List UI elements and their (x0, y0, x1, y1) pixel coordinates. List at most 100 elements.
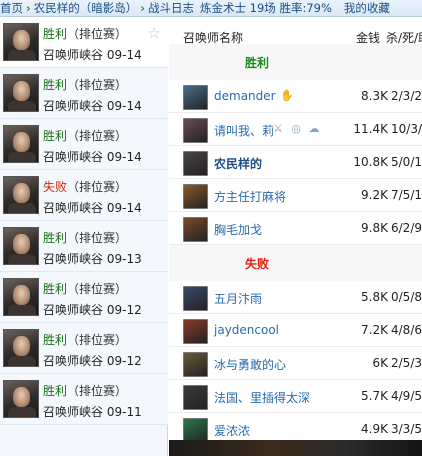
breadcrumb-home[interactable]: 首页 (0, 0, 23, 16)
champion-icon (183, 217, 208, 242)
player-kda: 3/3/5 (391, 422, 422, 436)
player-name[interactable]: 方主任打麻将 (214, 188, 286, 205)
match-queue-type: （排位赛） (67, 282, 128, 296)
match-detail: 召唤师名称 金钱 杀/死/助 胜利demander✋8.3K2/3/2请叫我、莉… (169, 17, 422, 456)
win-team-header: 胜利 (169, 44, 422, 82)
match-result: 胜利（排位赛） (43, 331, 127, 348)
match-map: 召唤师峡谷 (43, 303, 104, 317)
chevron-right-icon: › (140, 1, 145, 15)
match-date: 09-12 (106, 303, 142, 317)
match-result: 胜利（排位赛） (43, 25, 127, 42)
match-list-item[interactable]: 胜利（排位赛） 召唤师峡谷 09-14 (0, 68, 168, 119)
match-map-date: 召唤师峡谷 09-13 (43, 250, 142, 267)
player-row: 法国、里插得太深 5.7K 4/9/5 (169, 380, 422, 413)
player-row: demander ✋ 8.3K 2/3/2 (169, 80, 422, 113)
match-date: 09-13 (106, 252, 142, 266)
match-map: 召唤师峡谷 (43, 150, 104, 164)
champion-portrait (3, 278, 39, 316)
player-row: 方主任打麻将 9.2K 7/5/1 (169, 179, 422, 212)
champion-icon (183, 151, 208, 176)
match-map: 召唤师峡谷 (43, 252, 104, 266)
match-map: 召唤师峡谷 (43, 405, 104, 419)
loss-team-header: 失败 (169, 245, 422, 283)
player-name[interactable]: 法国、里插得太深 (214, 389, 310, 406)
match-list-item[interactable]: 胜利（排位赛） 召唤师峡谷 09-13 (0, 221, 168, 272)
player-row: jaydencool 7.2K 4/8/6 (169, 314, 422, 347)
player-row: 农民样的 10.8K 5/0/1 (169, 146, 422, 179)
match-map-date: 召唤师峡谷 09-14 (43, 199, 142, 216)
champion-portrait (3, 329, 39, 367)
champion-icon (183, 352, 208, 377)
player-kda: 2/3/2 (391, 89, 422, 103)
match-list-item[interactable]: 失败（排位赛） 召唤师峡谷 09-14 (0, 170, 168, 221)
match-list-item[interactable]: 胜利（排位赛） 召唤师峡谷 09-11 (0, 374, 168, 425)
player-kda: 10/3/ (391, 122, 422, 136)
player-name[interactable]: 农民样的 (214, 155, 262, 172)
match-list-item[interactable]: 胜利（排位赛） 召唤师峡谷 09-14 (0, 119, 168, 170)
match-date: 09-14 (106, 99, 142, 113)
player-name[interactable]: 胸毛加戈 (214, 221, 262, 238)
breadcrumb-stats: 炼金术士 19场 胜率:79% (200, 1, 332, 15)
player-row: 五月汴雨 5.8K 0/5/8 (169, 281, 422, 314)
star-icon[interactable]: ☆ (146, 25, 162, 41)
match-list-item[interactable]: 胜利（排位赛） 召唤师峡谷 09-12 (0, 272, 168, 323)
player-name[interactable]: 请叫我、莉 (214, 122, 274, 139)
match-map: 召唤师峡谷 (43, 48, 104, 62)
match-result-label: 胜利 (43, 231, 68, 245)
breadcrumb-battle-log[interactable]: 战斗日志 (148, 0, 194, 16)
player-gold: 8.3K (361, 89, 388, 103)
champion-portrait (3, 23, 39, 61)
player-kda: 7/5/1 (391, 188, 422, 202)
match-result-label: 胜利 (43, 282, 68, 296)
match-date: 09-11 (106, 405, 142, 419)
match-date: 09-12 (106, 354, 142, 368)
match-queue-type: （排位赛） (67, 384, 128, 398)
player-gold: 11.4K (353, 122, 388, 136)
match-list-item[interactable]: 胜利（排位赛） 召唤师峡谷 09-12 (0, 323, 168, 374)
player-name[interactable]: demander (214, 89, 276, 103)
match-result: 胜利（排位赛） (43, 382, 127, 399)
match-list-item[interactable]: 胜利（排位赛） 召唤师峡谷 09-14 ☆ (0, 17, 168, 68)
player-name[interactable]: 爱浓浓 (214, 422, 250, 439)
match-result-label: 胜利 (43, 78, 68, 92)
player-kda: 6/2/9 (391, 221, 422, 235)
match-map-date: 召唤师峡谷 09-11 (43, 403, 142, 420)
champion-portrait (3, 125, 39, 163)
player-kda: 4/8/6 (391, 323, 422, 337)
champion-icon (183, 184, 208, 209)
match-map: 召唤师峡谷 (43, 99, 104, 113)
match-date: 09-14 (106, 48, 142, 62)
match-queue-type: （排位赛） (67, 129, 128, 143)
champion-icon (183, 385, 208, 410)
win-team-label: 胜利 (245, 56, 270, 70)
chevron-right-icon: › (26, 1, 31, 15)
match-map-date: 召唤师峡谷 09-14 (43, 97, 142, 114)
match-queue-type: （排位赛） (67, 27, 128, 41)
player-kda: 2/5/3 (391, 356, 422, 370)
champion-icon (183, 319, 208, 344)
breadcrumb-player[interactable]: 农民样的（暗影岛） (34, 0, 138, 16)
champion-icon (183, 286, 208, 311)
pill-icon: ◎ (291, 122, 301, 135)
champion-portrait (3, 227, 39, 265)
match-queue-type: （排位赛） (67, 78, 128, 92)
match-map-date: 召唤师峡谷 09-14 (43, 148, 142, 165)
match-result-label: 胜利 (43, 333, 68, 347)
match-queue-type: （排位赛） (67, 231, 128, 245)
match-result-label: 胜利 (43, 27, 68, 41)
match-date: 09-14 (106, 150, 142, 164)
player-gold: 5.7K (361, 389, 388, 403)
player-name[interactable]: 五月汴雨 (214, 290, 262, 307)
cloud-icon: ☁ (308, 122, 320, 135)
banner-strip (169, 440, 422, 456)
breadcrumb: 首页 › 农民样的（暗影岛） › 战斗日志 炼金术士 19场 胜率:79% 我的收藏 (0, 0, 422, 17)
favorites-link[interactable]: 我的收藏 (344, 0, 390, 16)
match-queue-type: （排位赛） (67, 333, 128, 347)
player-name[interactable]: 冰与勇敢的心 (214, 356, 286, 373)
player-name[interactable]: jaydencool (214, 323, 279, 337)
player-kda: 0/5/8 (391, 290, 422, 304)
match-map: 召唤师峡谷 (43, 354, 104, 368)
player-gold: 5.8K (361, 290, 388, 304)
match-result: 失败（排位赛） (43, 178, 127, 195)
match-map: 召唤师峡谷 (43, 201, 104, 215)
